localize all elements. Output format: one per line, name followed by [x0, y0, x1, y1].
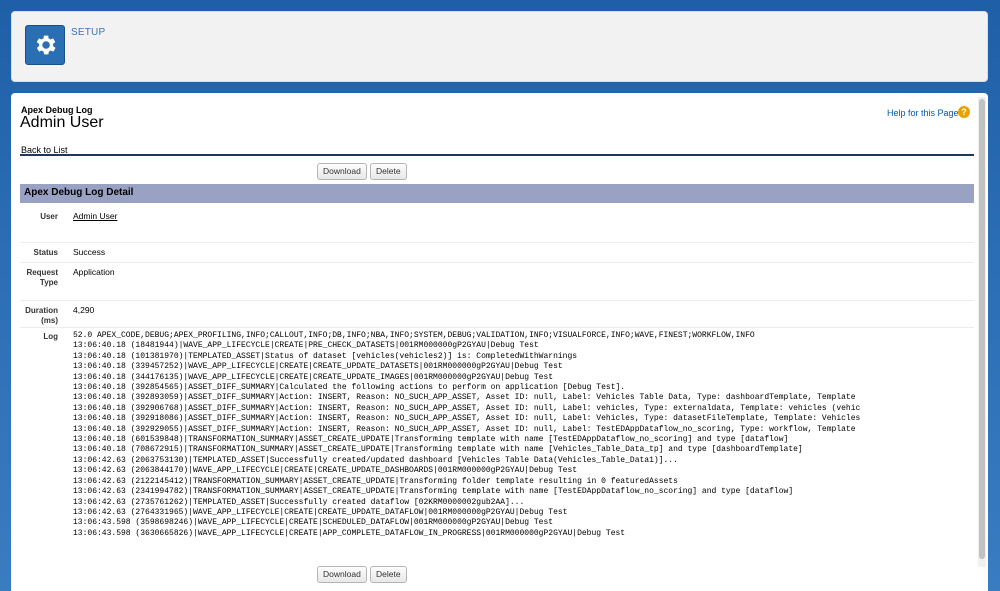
download-button-top[interactable]: Download	[317, 163, 367, 180]
log-label: Log	[43, 332, 58, 341]
field-label: Status	[33, 248, 58, 257]
field-row-status: Status Success	[20, 243, 974, 263]
section-header: Apex Debug Log Detail	[20, 184, 974, 203]
request-type-value: Application	[73, 267, 115, 277]
setup-title[interactable]: SETUP	[71, 27, 105, 38]
field-row-duration: Duration (ms) 4,290	[20, 301, 974, 328]
vertical-scrollbar[interactable]	[978, 97, 986, 567]
duration-value: 4,290	[73, 305, 95, 315]
download-button-bottom[interactable]: Download	[317, 566, 367, 583]
setup-header: SETUP	[11, 11, 988, 82]
scrollbar-thumb[interactable]	[979, 99, 985, 559]
help-link[interactable]: Help for this Page	[887, 108, 959, 118]
user-link[interactable]: Admin User	[73, 211, 117, 221]
field-label: Duration (ms)	[25, 306, 58, 325]
page-title: Admin User	[20, 114, 104, 131]
field-row-request-type: Request Type Application	[20, 263, 974, 301]
delete-button-top[interactable]: Delete	[370, 163, 407, 180]
debug-log-page: Apex Debug Log Admin User Help for this …	[11, 93, 988, 591]
status-value: Success	[73, 247, 106, 257]
log-text[interactable]: 52.0 APEX_CODE,DEBUG;APEX_PROFILING,INFO…	[73, 331, 973, 539]
gear-icon[interactable]	[25, 25, 65, 65]
detail-block: Download Delete Apex Debug Log Detail Us…	[20, 154, 974, 591]
field-row-user: User Admin User	[20, 203, 974, 243]
field-label: User	[40, 212, 58, 221]
help-icon[interactable]: ?	[958, 106, 970, 118]
field-label: Request Type	[26, 268, 58, 287]
delete-button-bottom[interactable]: Delete	[370, 566, 407, 583]
